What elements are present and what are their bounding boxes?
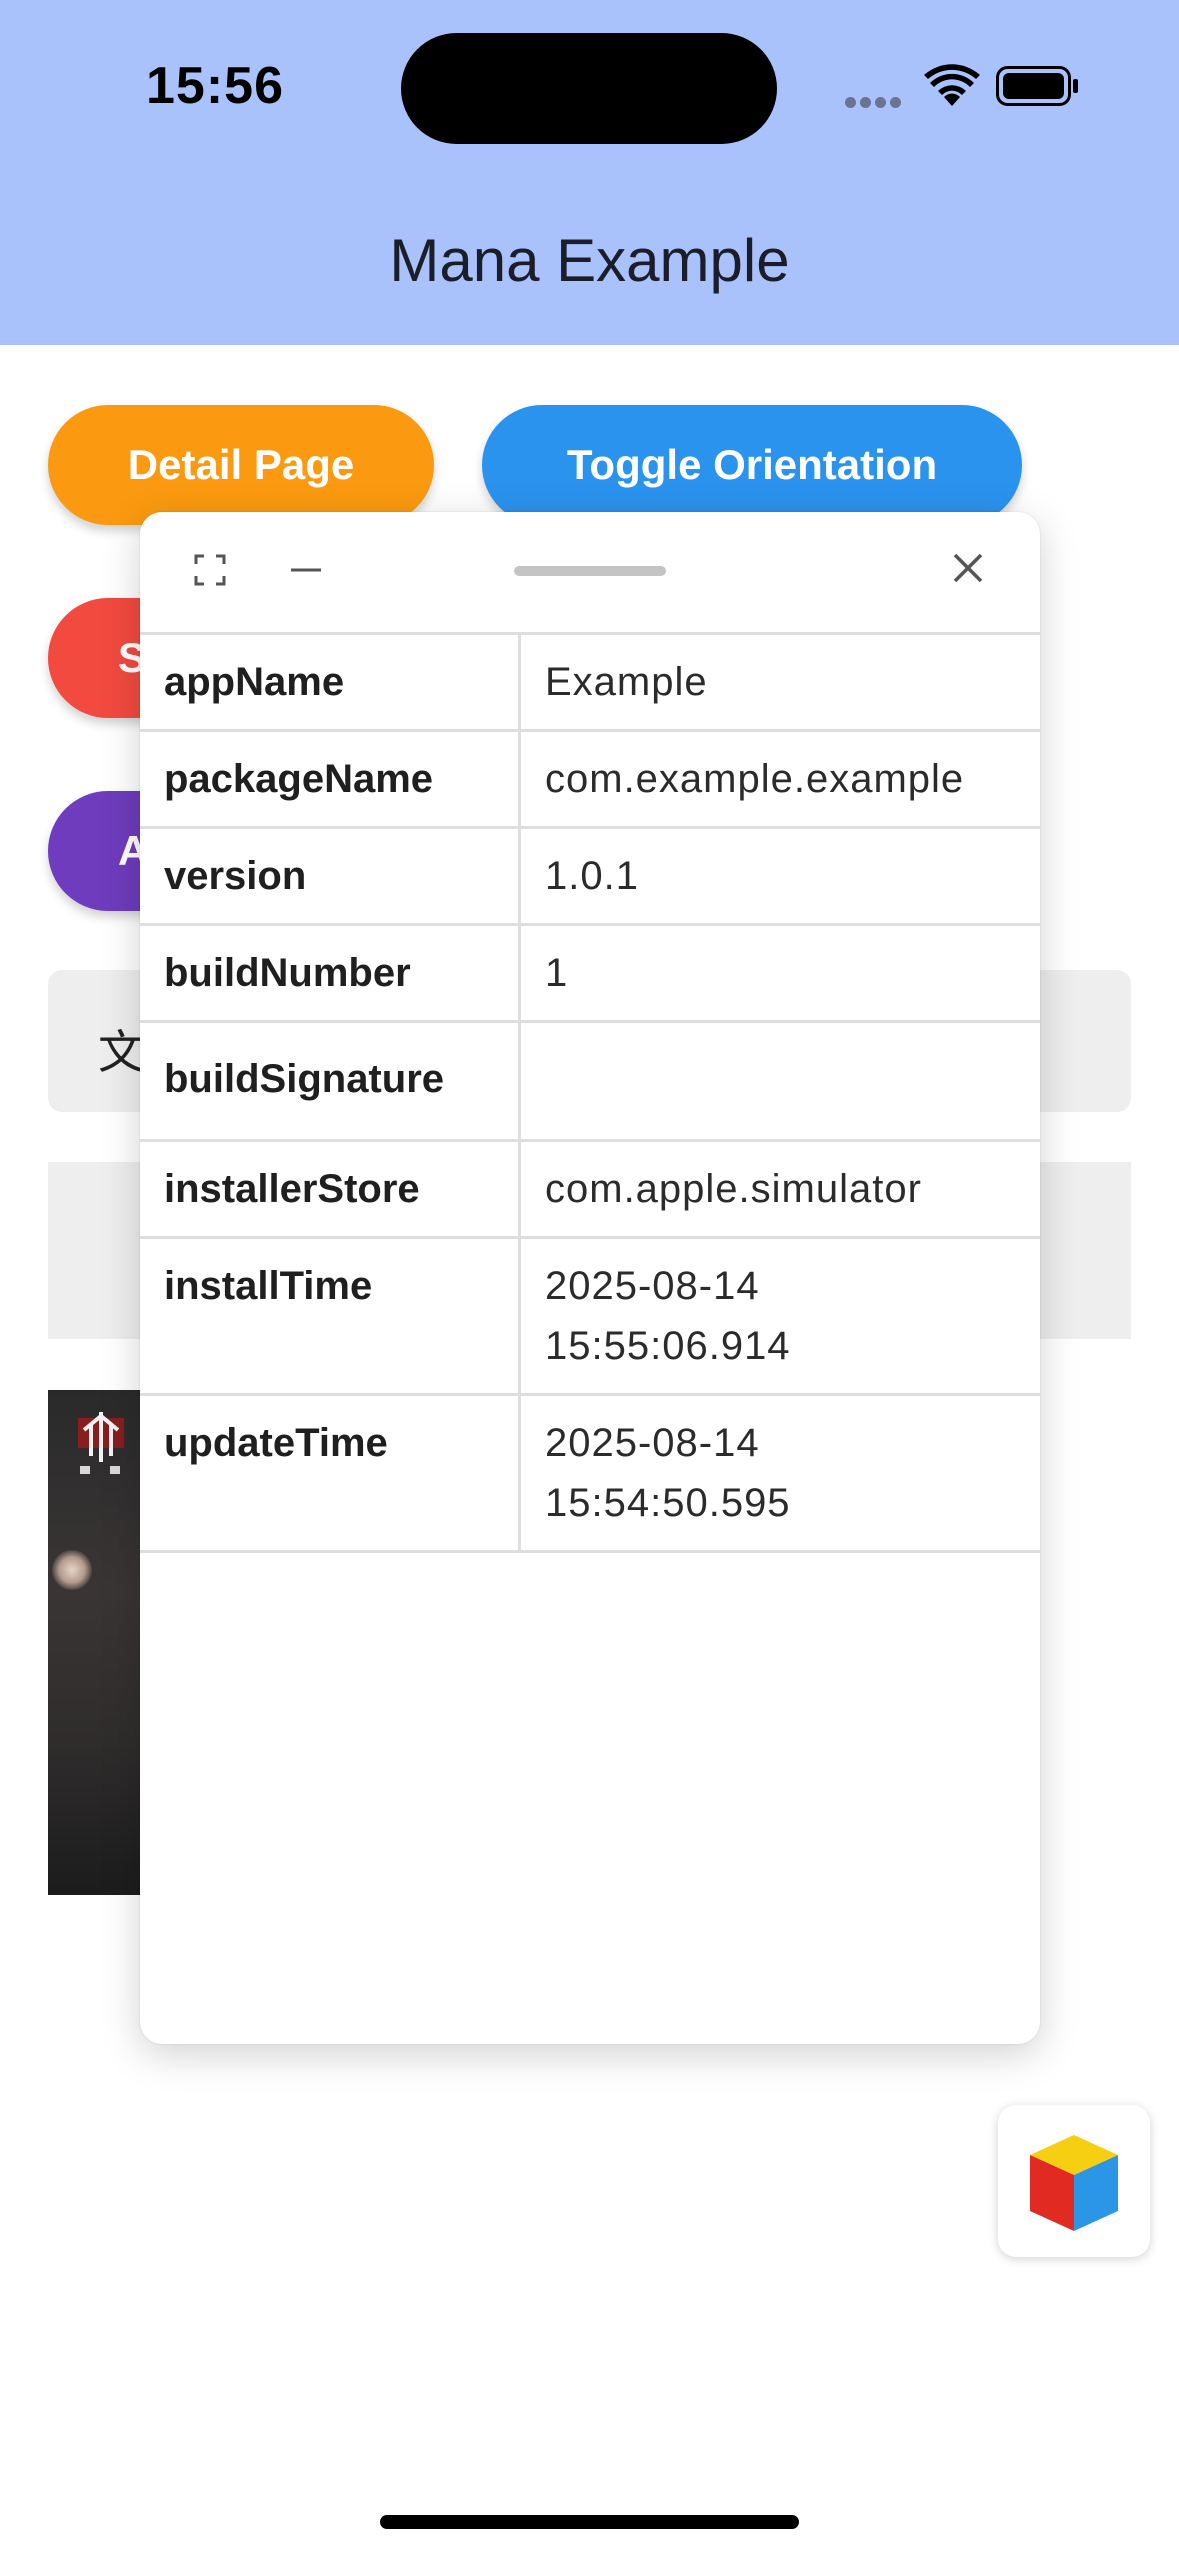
cube-icon <box>1030 2135 1118 2231</box>
info-key: installerStore <box>140 1139 521 1239</box>
close-icon[interactable] <box>948 548 988 593</box>
app-bar: 15:56 Mana Example <box>0 0 1179 345</box>
table-row: installerStore com.apple.simulator <box>140 1139 1040 1239</box>
detail-page-button[interactable]: Detail Page <box>48 405 434 525</box>
info-value: 1.0.1 <box>519 826 1040 926</box>
app-info-panel: appName Example packageName com.example.… <box>140 512 1040 2044</box>
info-value <box>519 1020 1040 1142</box>
dynamic-island <box>401 33 777 144</box>
info-key: buildSignature <box>140 1020 521 1142</box>
cellular-signal-icon <box>845 95 905 113</box>
info-key: installTime <box>140 1236 521 1396</box>
table-row: installTime 2025-08-14 15:55:06.914 <box>140 1236 1040 1396</box>
table-row: appName Example <box>140 632 1040 732</box>
info-key: version <box>140 826 521 926</box>
table-row: buildNumber 1 <box>140 923 1040 1023</box>
panel-toolbar[interactable] <box>140 512 1040 632</box>
toggle-orientation-button[interactable]: Toggle Orientation <box>482 405 1022 525</box>
table-row: packageName com.example.example <box>140 729 1040 829</box>
info-value: Example <box>519 632 1040 732</box>
info-value: 2025-08-14 15:55:06.914 <box>519 1236 1040 1396</box>
info-key: buildNumber <box>140 923 521 1023</box>
info-key: packageName <box>140 729 521 829</box>
info-table: appName Example packageName com.example.… <box>140 632 1040 1553</box>
info-key: appName <box>140 632 521 732</box>
info-value: 2025-08-14 15:54:50.595 <box>519 1393 1040 1553</box>
expand-icon[interactable] <box>192 552 228 593</box>
minimize-icon[interactable] <box>288 552 324 593</box>
info-key: updateTime <box>140 1393 521 1553</box>
battery-icon <box>996 66 1080 111</box>
table-row: buildSignature <box>140 1020 1040 1142</box>
light-glow <box>52 1550 92 1590</box>
status-time: 15:56 <box>146 57 284 115</box>
page-title: Mana Example <box>389 227 790 294</box>
wifi-icon <box>924 64 980 113</box>
info-value: com.apple.simulator <box>519 1139 1040 1239</box>
text-field-content: 文 <box>98 1025 144 1079</box>
drag-handle[interactable] <box>514 566 666 576</box>
table-row: version 1.0.1 <box>140 826 1040 926</box>
info-value: com.example.example <box>519 729 1040 829</box>
home-indicator[interactable] <box>380 2515 799 2529</box>
floating-cube-button[interactable] <box>998 2105 1150 2257</box>
table-row: updateTime 2025-08-14 15:54:50.595 <box>140 1393 1040 1553</box>
brand-logo-icon <box>74 1410 128 1485</box>
info-value: 1 <box>519 923 1040 1023</box>
